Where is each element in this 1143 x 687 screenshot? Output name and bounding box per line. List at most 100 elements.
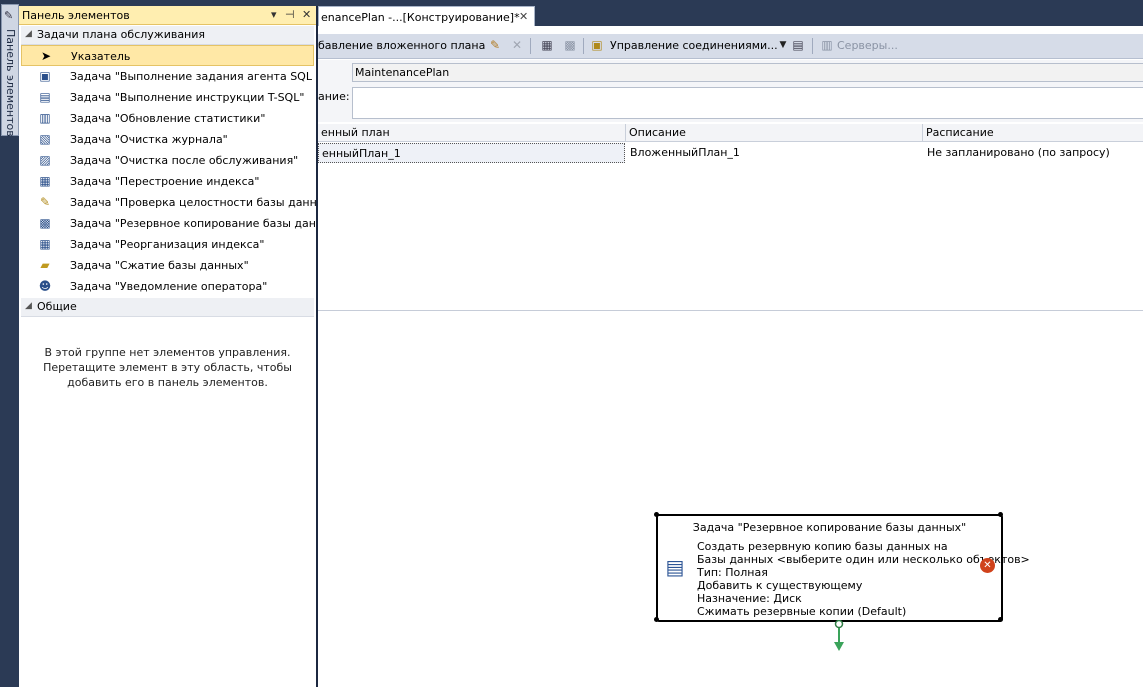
toolbox-item-reorganize-index[interactable]: ▦ Задача "Реорганизация индекса": [21, 234, 314, 255]
pin-icon: ✎: [4, 9, 14, 22]
pin-icon[interactable]: ⊣: [285, 8, 295, 21]
integrity-check-icon: ✎: [39, 195, 51, 209]
manage-connections-button[interactable]: Управление соединениями...: [610, 39, 778, 52]
toolbox-panel: Панель элементов ▾ ⊣ ✕ ◢ Задачи плана об…: [19, 6, 318, 687]
task-detail-line: Создать резервную копию базы данных на: [697, 540, 948, 553]
plan-properties: MaintenancePlan ание:: [318, 60, 1143, 122]
column-header-description[interactable]: Описание: [626, 124, 923, 142]
agent-job-icon: ▣: [39, 69, 51, 83]
toolbar-separator: [530, 38, 531, 54]
toolbox-item-maintenance-cleanup[interactable]: ▨ Задача "Очистка после обслуживания": [21, 150, 314, 171]
toolbox-item-tsql[interactable]: ▤ Задача "Выполнение инструкции T-SQL": [21, 87, 314, 108]
toolbox-item-label: Задача "Реорганизация индекса": [70, 238, 265, 251]
toolbox-item-label: Задача "Резервное копирование базы данны…: [70, 217, 316, 230]
grid-icon[interactable]: ▦: [540, 38, 554, 52]
plan-name-value: MaintenancePlan: [355, 66, 450, 79]
group-label: Задачи плана обслуживания: [37, 28, 206, 41]
toolbox-item-label: Задача "Сжатие базы данных": [70, 259, 249, 272]
add-subplan-button[interactable]: бавление вложенного плана: [318, 39, 485, 52]
task-title: Задача "Резервное копирование базы данны…: [692, 521, 967, 534]
toolbox-item-label: Указатель: [71, 50, 131, 63]
toolbox-item-label: Задача "Проверка целостности базы данных…: [70, 196, 316, 209]
collapse-arrow-icon: ◢: [25, 301, 32, 311]
toolbox-item-history-cleanup[interactable]: ▧ Задача "Очистка журнала": [21, 129, 314, 150]
description-field[interactable]: [352, 87, 1143, 119]
cell-text: енныйПлан_1: [322, 147, 401, 160]
table-cell-subplan[interactable]: енныйПлан_1: [318, 143, 625, 163]
tab-title: enancePlan -...[Конструирование]*: [321, 11, 520, 24]
toolbox-item-label: Задача "Очистка после обслуживания": [70, 154, 299, 167]
toolbox-item-label: Задача "Выполнение инструкции T-SQL": [70, 91, 305, 104]
cell-text: Не запланировано (по запросу): [927, 146, 1110, 159]
toolbox-side-tab[interactable]: ✎ Панель элементов: [1, 4, 19, 137]
resize-handle[interactable]: [654, 617, 659, 622]
toolbox-item-notify-operator[interactable]: ☻ Задача "Уведомление оператора": [21, 276, 314, 297]
toolbox-item-label: Задача "Выполнение задания агента SQL Se…: [70, 70, 316, 83]
description-label: ание:: [318, 90, 350, 103]
delete-icon[interactable]: ✕: [510, 38, 524, 52]
statistics-icon: ▥: [39, 111, 51, 125]
reorganize-index-icon: ▦: [39, 237, 51, 251]
designer-toolbar: бавление вложенного плана ✎ ✕ ▦ ▩ ▣ Упра…: [318, 34, 1143, 59]
empty-group-message: В этой группе нет элементов управления. …: [43, 346, 292, 389]
toolbox-item-rebuild-index[interactable]: ▦ Задача "Перестроение индекса": [21, 171, 314, 192]
toolbox-item-label: Задача "Очистка журнала": [70, 133, 228, 146]
precedence-arrow[interactable]: [834, 620, 844, 652]
servers-button[interactable]: Серверы...: [837, 39, 898, 52]
backup-task-box[interactable]: Задача "Резервное копирование базы данны…: [654, 512, 1030, 622]
connections-icon[interactable]: ▣: [590, 38, 604, 52]
rebuild-index-icon: ▦: [39, 174, 51, 188]
task-detail-line: Добавить к существующему: [697, 579, 863, 592]
notify-operator-icon: ☻: [38, 279, 52, 293]
toolbox-side-tab-label: Панель элементов: [4, 29, 17, 137]
toolbox-item-statistics[interactable]: ▥ Задача "Обновление статистики": [21, 108, 314, 129]
toolbox-item-label: Задача "Обновление статистики": [70, 112, 266, 125]
designer-document: бавление вложенного плана ✎ ✕ ▦ ▩ ▣ Упра…: [318, 26, 1143, 687]
toolbox-item-label: Задача "Перестроение индекса": [70, 175, 260, 188]
designer-surface[interactable]: Задача "Резервное копирование базы данны…: [318, 316, 1143, 687]
close-icon[interactable]: ✕: [519, 10, 528, 23]
task-detail-line: Сжимать резервные копии (Default): [697, 605, 907, 618]
collapse-arrow-icon: ◢: [25, 29, 32, 39]
cell-text: ВложенныйПлан_1: [630, 146, 740, 159]
plan-name-field[interactable]: MaintenancePlan: [352, 63, 1143, 82]
subplans-grid: енный план Описание Расписание енныйПлан…: [318, 124, 1143, 311]
toolbox-title: Панель элементов: [22, 9, 130, 22]
column-header-subplan[interactable]: енный план: [318, 124, 626, 142]
column-header-label: енный план: [321, 126, 390, 139]
toolbox-group-maintenance[interactable]: ◢ Задачи плана обслуживания: [21, 26, 314, 45]
toolbox-item-agent-job[interactable]: ▣ Задача "Выполнение задания агента SQL …: [21, 66, 316, 87]
pointer-icon: ➤: [40, 49, 52, 63]
backup-icon: ▤: [665, 555, 685, 579]
toolbox-item-label: Задача "Уведомление оператора": [70, 280, 268, 293]
table-cell-description[interactable]: ВложенныйПлан_1: [627, 143, 923, 161]
left-tool-strip: ✎ Панель элементов: [0, 0, 19, 687]
tab-maintenance-plan[interactable]: enancePlan -...[Конструирование]* ✕: [318, 6, 535, 27]
edit-icon[interactable]: ✎: [488, 38, 502, 52]
toolbox-item-integrity-check[interactable]: ✎ Задача "Проверка целостности базы данн…: [21, 192, 316, 213]
toolbox-item-shrink[interactable]: ▰ Задача "Сжатие базы данных": [21, 255, 314, 276]
backup-icon: ▩: [39, 216, 51, 230]
column-header-schedule[interactable]: Расписание: [923, 124, 1143, 142]
chevron-down-icon[interactable]: ▼: [776, 38, 790, 52]
toolbox-item-pointer[interactable]: ➤ Указатель: [21, 45, 314, 66]
close-icon[interactable]: ✕: [302, 8, 311, 21]
shrink-icon: ▰: [40, 258, 50, 272]
maintenance-cleanup-icon: ▨: [39, 153, 51, 167]
resize-handle[interactable]: [998, 512, 1003, 517]
task-details: Создать резервную копию базы данных на Б…: [697, 540, 1030, 618]
table-cell-schedule[interactable]: Не запланировано (по запросу): [924, 143, 1143, 161]
toolbar-separator: [812, 38, 813, 54]
servers-icon[interactable]: ▥: [820, 38, 834, 52]
tsql-icon: ▤: [39, 90, 51, 104]
schedule-icon[interactable]: ▩: [563, 38, 577, 52]
toolbar-separator: [583, 38, 584, 54]
history-cleanup-icon: ▧: [39, 132, 51, 146]
toolbox-item-backup[interactable]: ▩ Задача "Резервное копирование базы дан…: [21, 213, 316, 234]
error-icon[interactable]: ✕: [980, 558, 995, 573]
toolbox-group-general[interactable]: ◢ Общие: [21, 298, 314, 317]
report-icon[interactable]: ▤: [791, 38, 805, 52]
column-header-label: Расписание: [926, 126, 994, 139]
dropdown-icon[interactable]: ▾: [271, 8, 277, 21]
resize-handle[interactable]: [654, 512, 659, 517]
